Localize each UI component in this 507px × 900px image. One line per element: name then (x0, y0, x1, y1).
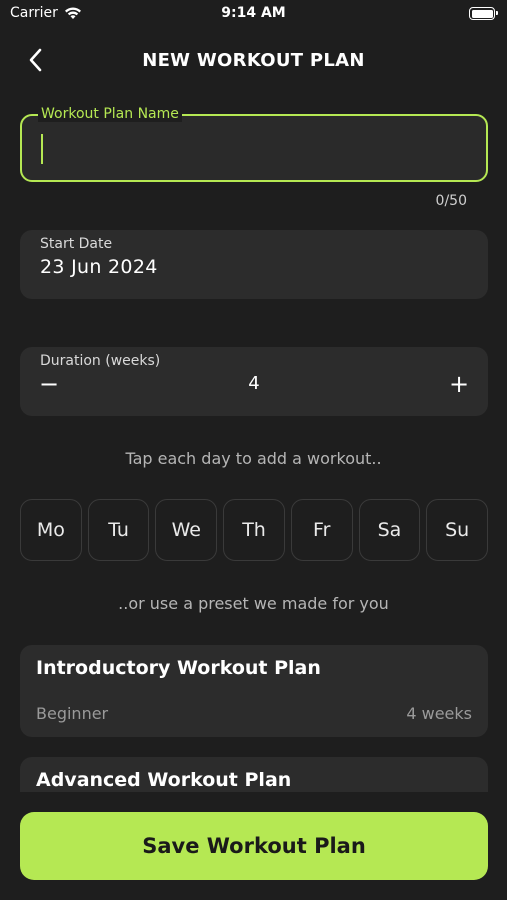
preset-card-advanced[interactable]: Advanced Workout Plan (20, 757, 488, 797)
increase-duration-button[interactable]: + (444, 369, 474, 399)
day-wednesday[interactable]: We (155, 499, 218, 561)
save-workout-plan-button[interactable]: Save Workout Plan (20, 812, 488, 880)
page-title: NEW WORKOUT PLAN (142, 50, 365, 71)
day-selector: Mo Tu We Th Fr Sa Su (20, 499, 489, 561)
character-counter: 0/50 (435, 193, 467, 209)
duration-stepper: Duration (weeks) − 4 + (20, 347, 488, 416)
day-tuesday[interactable]: Tu (87, 499, 150, 561)
start-date-value: 23 Jun 2024 (40, 256, 158, 278)
days-hint: Tap each day to add a workout.. (125, 449, 382, 468)
day-thursday[interactable]: Th (223, 499, 285, 561)
status-bar: Carrier 9:14 AM (0, 0, 507, 30)
workout-plan-name-label: Workout Plan Name (38, 106, 182, 122)
day-saturday[interactable]: Sa (358, 499, 421, 561)
preset-title: Advanced Workout Plan (36, 769, 292, 791)
day-friday[interactable]: Fr (290, 499, 353, 561)
duration-label: Duration (weeks) (40, 353, 161, 369)
preset-title: Introductory Workout Plan (36, 657, 321, 679)
text-caret (41, 134, 43, 164)
day-sunday[interactable]: Su (426, 499, 489, 561)
preset-hint: ..or use a preset we made for you (118, 594, 389, 613)
battery-icon (469, 7, 498, 20)
duration-value: 4 (248, 373, 260, 394)
header: NEW WORKOUT PLAN (0, 40, 507, 80)
day-monday[interactable]: Mo (20, 499, 82, 561)
preset-card-introductory[interactable]: Introductory Workout Plan Beginner 4 wee… (20, 645, 488, 737)
start-date-field[interactable]: Start Date 23 Jun 2024 (20, 230, 488, 299)
workout-plan-name-field[interactable]: Workout Plan Name (20, 106, 488, 182)
workout-plan-name-input[interactable] (38, 130, 468, 166)
clock: 9:14 AM (221, 5, 286, 21)
preset-level: Beginner (36, 704, 109, 723)
start-date-label: Start Date (40, 236, 113, 252)
preset-duration: 4 weeks (406, 704, 472, 723)
